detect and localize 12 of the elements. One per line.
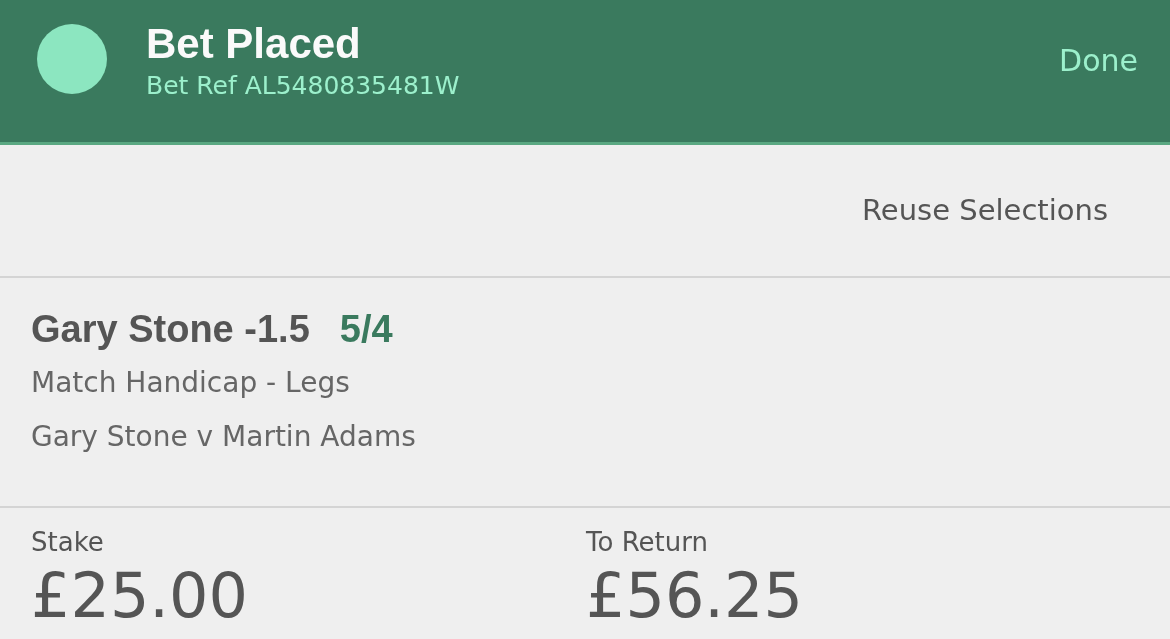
total-label: Stake	[31, 526, 105, 559]
done-button[interactable]: Done	[1059, 42, 1138, 78]
market-name: Match Handicap - Legs	[31, 365, 351, 401]
total-amount: £56.25	[586, 560, 804, 632]
odds: 5/4	[339, 308, 393, 351]
reuse-selections-link[interactable]: Reuse Selections	[862, 192, 1108, 227]
selection-name: Gary Stone -1.5	[31, 308, 310, 351]
confirmation-title: Bet Placed	[146, 19, 362, 69]
total-amount: £25.00	[31, 560, 249, 632]
bet-reference: Bet Ref AL5480835481W	[146, 70, 461, 102]
event-name: Gary Stone v Martin Adams	[31, 419, 417, 455]
total-label: To Return	[586, 526, 709, 559]
